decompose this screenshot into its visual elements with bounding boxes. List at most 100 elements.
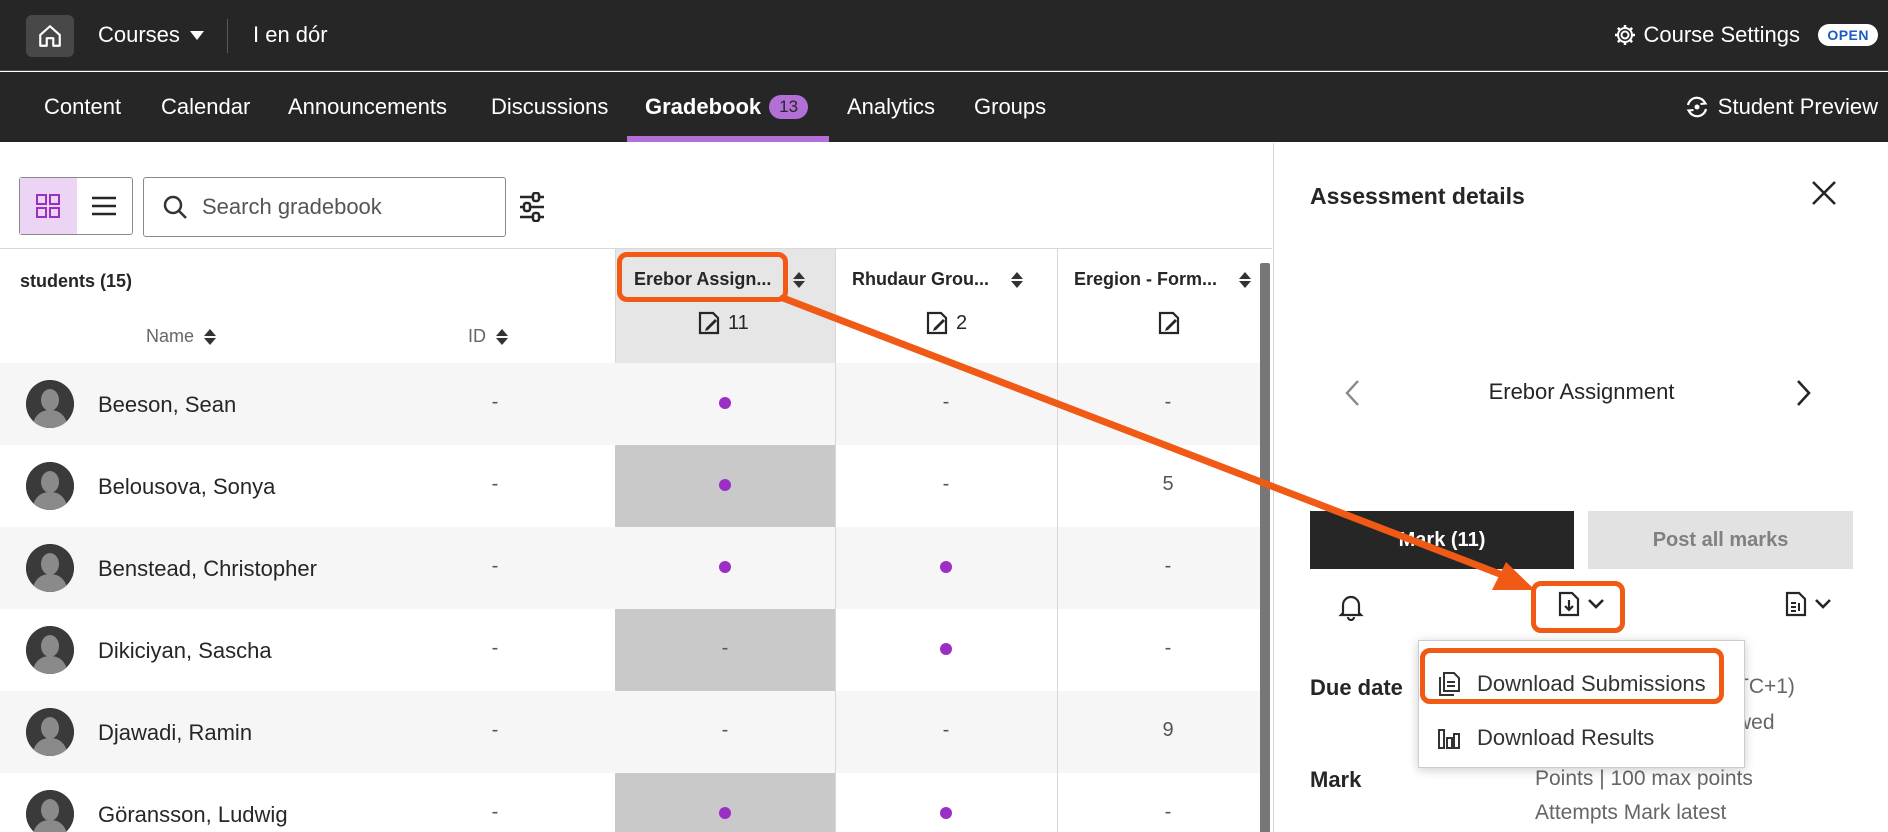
student-id: - xyxy=(491,473,499,495)
report-menu-button[interactable] xyxy=(1784,591,1832,617)
name-header-label: Name xyxy=(146,326,195,346)
bell-icon xyxy=(1338,595,1364,622)
close-icon xyxy=(1812,181,1836,205)
mark-button[interactable]: Mark (11) xyxy=(1310,511,1574,569)
grade-cell[interactable]: - xyxy=(1148,391,1188,414)
grade-cell[interactable]: - xyxy=(926,391,966,414)
status-dot xyxy=(940,643,952,655)
assignment-icon xyxy=(698,311,720,335)
student-name[interactable]: Göransson, Ludwig xyxy=(98,802,288,828)
status-dot xyxy=(719,479,731,491)
divider xyxy=(227,19,228,53)
grade-cell[interactable]: - xyxy=(1148,801,1188,824)
column-header-rhudaur[interactable]: Rhudaur Grou... 2 xyxy=(835,249,1057,363)
table-row[interactable]: Belousova, Sonya - - 5 xyxy=(0,445,1260,527)
needs-grading-dot[interactable] xyxy=(926,801,966,825)
next-item-button[interactable] xyxy=(1796,379,1812,412)
bar-chart-icon xyxy=(1438,729,1460,749)
table-row[interactable]: Göransson, Ludwig - - xyxy=(0,773,1260,832)
table-row[interactable]: Dikiciyan, Sascha - - - xyxy=(0,609,1260,691)
filter-button[interactable] xyxy=(518,191,546,227)
sliders-icon xyxy=(520,191,544,223)
grid-view-button[interactable] xyxy=(20,178,77,234)
list-view-button[interactable] xyxy=(77,178,133,234)
courses-menu[interactable]: Courses xyxy=(98,22,204,48)
column-title-text: Rhudaur Grou... xyxy=(852,269,989,289)
student-preview-button[interactable]: Student Preview xyxy=(1684,94,1878,120)
search-input[interactable]: Search gradebook xyxy=(143,177,506,237)
name-column-header[interactable]: Name xyxy=(146,326,217,347)
tab-announcements[interactable]: Announcements xyxy=(288,94,447,120)
avatar xyxy=(26,626,74,674)
grade-cell[interactable]: - xyxy=(705,637,745,660)
caret-down-icon xyxy=(189,30,204,40)
chevron-right-icon xyxy=(1797,380,1811,406)
course-settings-button[interactable]: Course Settings xyxy=(1613,22,1800,48)
status-dot xyxy=(940,561,952,573)
student-name[interactable]: Dikiciyan, Sascha xyxy=(98,638,272,664)
report-icon xyxy=(1785,591,1807,617)
student-name[interactable]: Beeson, Sean xyxy=(98,392,236,418)
id-column-header[interactable]: ID xyxy=(468,326,508,347)
avatar xyxy=(26,462,74,510)
needs-grading-dot[interactable] xyxy=(705,391,745,415)
grade-cell[interactable]: - xyxy=(1148,637,1188,660)
notify-button[interactable] xyxy=(1338,593,1364,626)
post-all-marks-button[interactable]: Post all marks xyxy=(1588,511,1853,569)
tab-gradebook[interactable]: Gradebook 13 xyxy=(645,94,809,120)
gradebook-count-badge: 13 xyxy=(769,95,809,119)
table-row[interactable]: Djawadi, Ramin - - - 9 xyxy=(0,691,1260,773)
top-bar: Courses I en dór Course Settings OPEN xyxy=(0,0,1888,71)
gear-icon xyxy=(1615,25,1636,45)
tab-content[interactable]: Content xyxy=(44,94,121,120)
needs-grading-dot[interactable] xyxy=(705,801,745,825)
needs-grading-dot[interactable] xyxy=(926,555,966,579)
list-icon xyxy=(92,196,117,216)
grid-scrollbar[interactable] xyxy=(1260,263,1270,832)
close-button[interactable] xyxy=(1810,179,1838,212)
sort-icon xyxy=(793,271,806,288)
table-row[interactable]: Beeson, Sean - - - xyxy=(0,363,1260,445)
tab-groups[interactable]: Groups xyxy=(974,94,1046,120)
status-dot xyxy=(719,807,731,819)
submission-count: 11 xyxy=(698,311,749,335)
grade-cell[interactable]: 5 xyxy=(1148,473,1188,496)
needs-grading-dot[interactable] xyxy=(705,473,745,497)
person-silhouette-icon xyxy=(26,544,74,592)
home-button[interactable] xyxy=(26,15,74,57)
grade-cell[interactable]: 9 xyxy=(1148,719,1188,742)
student-id: - xyxy=(491,801,499,823)
person-silhouette-icon xyxy=(26,462,74,510)
column-title: Rhudaur Grou... xyxy=(852,269,1023,290)
home-icon xyxy=(39,25,61,47)
needs-grading-dot[interactable] xyxy=(926,637,966,661)
tab-calendar[interactable]: Calendar xyxy=(161,94,250,120)
search-icon xyxy=(163,195,187,219)
status-badge: OPEN xyxy=(1818,24,1878,46)
attempts-value: Attempts Mark latest xyxy=(1535,801,1727,824)
mark-value: Points | 100 max points xyxy=(1535,767,1753,790)
previous-item-button[interactable] xyxy=(1344,379,1360,412)
download-results-item[interactable]: Download Results xyxy=(1419,713,1744,763)
student-name[interactable]: Belousova, Sonya xyxy=(98,474,275,500)
tab-gradebook-label: Gradebook xyxy=(645,94,762,119)
grade-cell[interactable]: - xyxy=(705,719,745,742)
grid-icon xyxy=(36,194,61,218)
student-name[interactable]: Benstead, Christopher xyxy=(98,556,317,582)
person-silhouette-icon xyxy=(26,380,74,428)
sort-icon xyxy=(1239,271,1252,288)
column-header-eregion[interactable]: Eregion - Form... xyxy=(1057,249,1260,363)
tab-analytics[interactable]: Analytics xyxy=(847,94,935,120)
highlight-download-submissions xyxy=(1420,648,1724,704)
student-name[interactable]: Djawadi, Ramin xyxy=(98,720,252,746)
person-silhouette-icon xyxy=(26,708,74,756)
grade-cell[interactable]: - xyxy=(926,719,966,742)
refresh-eye-icon xyxy=(1686,96,1708,118)
table-row[interactable]: Benstead, Christopher - - xyxy=(0,527,1260,609)
panel-title: Assessment details xyxy=(1310,183,1525,209)
avatar xyxy=(26,380,74,428)
grade-cell[interactable]: - xyxy=(1148,555,1188,578)
tab-discussions[interactable]: Discussions xyxy=(491,94,608,120)
needs-grading-dot[interactable] xyxy=(705,555,745,579)
grade-cell[interactable]: - xyxy=(926,473,966,496)
